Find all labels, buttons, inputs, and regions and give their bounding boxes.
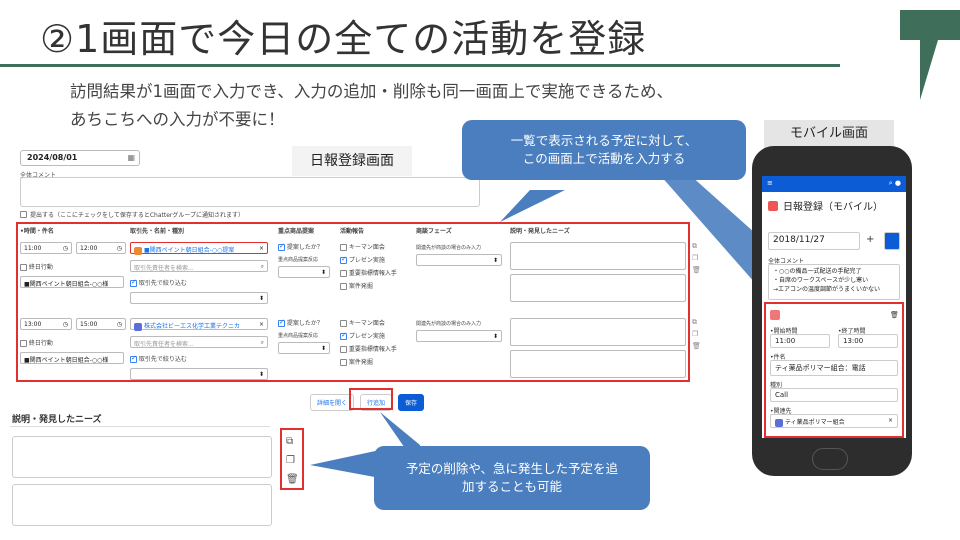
menu-icon[interactable]: ≡ bbox=[767, 179, 773, 189]
top-callout: 一覧で表示される予定に対して、 この画面上で活動を入力する bbox=[462, 120, 746, 180]
mobile-date-field[interactable]: 2018/11/27 bbox=[768, 232, 860, 250]
mobile-comment-field[interactable]: ・○○の備品一式配送の手配完了 ・自席のワークスペースが少し寒い →エアコンの温度調… bbox=[768, 264, 900, 300]
mobile-start-select[interactable]: 11:00 bbox=[770, 334, 830, 348]
bell-icon[interactable]: ● bbox=[895, 179, 901, 187]
activity-icon bbox=[770, 310, 780, 320]
search-icon[interactable]: ⌕ bbox=[889, 179, 893, 187]
account-icon bbox=[775, 418, 783, 427]
icons-pointer bbox=[310, 450, 380, 478]
top-callout-pointer bbox=[500, 190, 565, 222]
mobile-related-field[interactable]: ティ薬品ポリマー組合 × bbox=[770, 414, 898, 428]
calendar-button[interactable] bbox=[884, 232, 900, 250]
app-icon bbox=[768, 200, 778, 211]
mobile-end-select[interactable]: 13:00 bbox=[838, 334, 898, 348]
phone-home-button bbox=[812, 448, 848, 470]
mobile-type-select[interactable]: Call bbox=[770, 388, 898, 402]
add-icon[interactable]: + bbox=[866, 234, 874, 245]
mobile-label: モバイル画面 bbox=[764, 120, 894, 148]
delete-icon[interactable]: 🗑 bbox=[890, 311, 899, 319]
bottom-callout: 予定の削除や、急に発生した予定を追 加することも可能 bbox=[374, 446, 650, 510]
close-icon[interactable]: × bbox=[888, 417, 893, 424]
mobile-topbar: ≡ ⌕ ● bbox=[762, 176, 906, 192]
mobile-title-row: 日報登録（モバイル） bbox=[762, 192, 906, 219]
phone-screen: ≡ ⌕ ● 日報登録（モバイル） 2018/11/27 + 全体コメント ・○○の… bbox=[762, 176, 906, 438]
mobile-subject-field[interactable]: ティ薬品ポリマー組合：電話 bbox=[770, 360, 898, 376]
